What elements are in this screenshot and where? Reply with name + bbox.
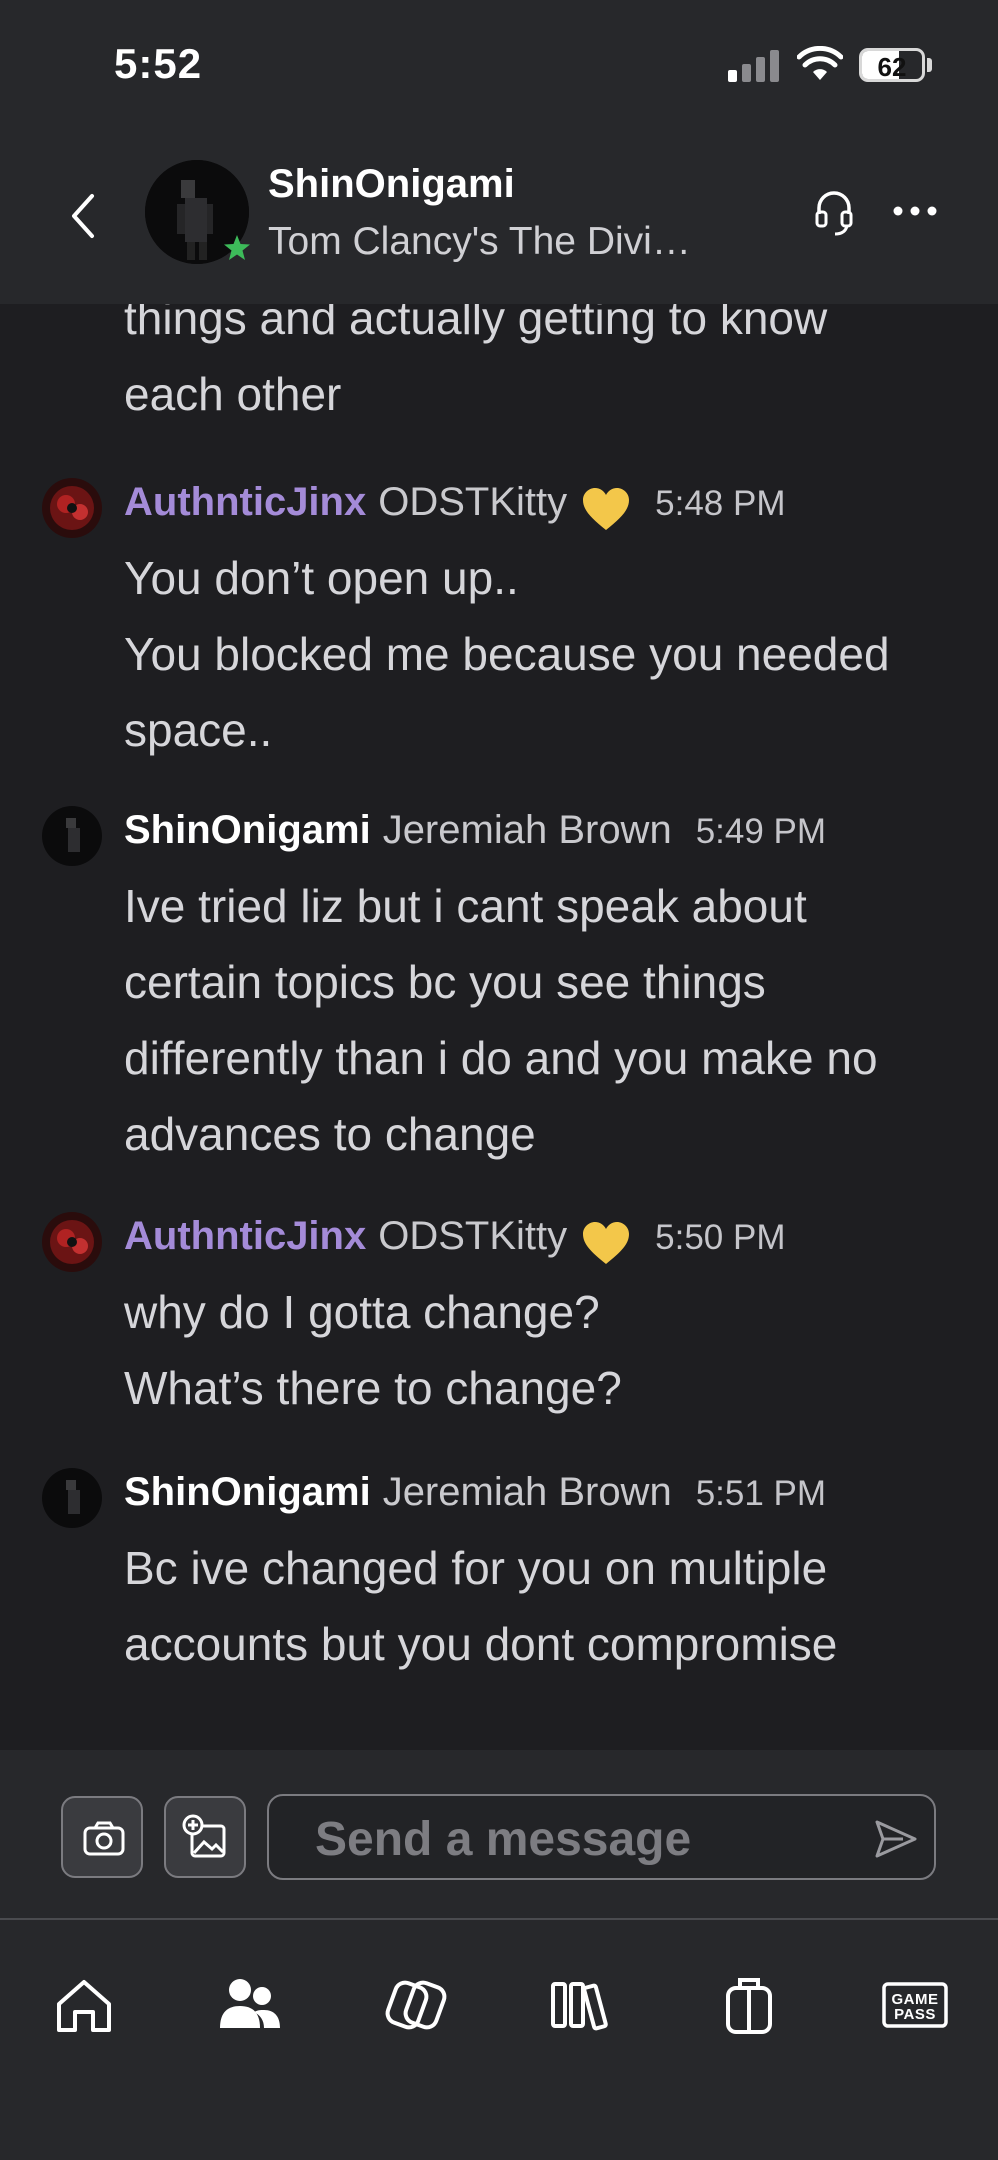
message-line: What’s there to change?: [124, 1362, 622, 1414]
message-body: You don’t open up.. You blocked me becau…: [124, 540, 984, 768]
message-line: Bc ive changed for you on multiple: [124, 1542, 828, 1594]
back-chevron-icon[interactable]: [64, 188, 104, 244]
yellow-heart-icon: [583, 488, 630, 530]
message-line: space..: [124, 704, 273, 756]
camera-icon: [83, 1821, 125, 1856]
contact-activity-status: Tom Clancy's The Divi…: [268, 220, 691, 263]
author-name[interactable]: ShinOnigami: [124, 1470, 371, 1515]
store-icon[interactable]: [714, 1970, 784, 2040]
online-presence-icon: [224, 235, 250, 260]
home-icon[interactable]: [49, 1970, 119, 2040]
wifi-icon: [797, 46, 843, 80]
message-line: You don’t open up..: [124, 552, 519, 604]
message-timestamp: 5:49 PM: [695, 812, 827, 851]
chat-header: ShinOnigami Tom Clancy's The Divi…: [0, 128, 998, 304]
status-time: 5:52: [114, 40, 203, 87]
game-pass-line2: PASS: [894, 2006, 936, 2023]
message-list[interactable]: things and actually getting to know each…: [0, 304, 998, 1750]
library-icon[interactable]: [547, 1970, 617, 2040]
message-timestamp: 5:48 PM: [655, 484, 786, 523]
message-header: ShinOnigami Jeremiah Brown 5:51 PM: [124, 1470, 826, 1530]
message-header: AuthnticJinx ODSTKitty 5:48 PM: [124, 480, 786, 540]
message-line: accounts but you dont compromise: [124, 1618, 838, 1670]
battery-icon: 62: [859, 48, 925, 82]
author-name[interactable]: AuthnticJinx: [124, 1214, 366, 1259]
message-line: why do I gotta change?: [124, 1286, 600, 1338]
author-nickname: Jeremiah Brown: [382, 808, 672, 852]
status-bar: 5:52 62: [0, 0, 998, 128]
message-input-box[interactable]: [267, 1794, 936, 1880]
author-nickname: ODSTKitty: [378, 480, 568, 524]
author-nickname: ODSTKitty: [378, 1214, 568, 1258]
message-header: AuthnticJinx ODSTKitty 5:50 PM: [124, 1214, 786, 1274]
camera-button[interactable]: [61, 1796, 143, 1878]
message-body: things and actually getting to know each…: [124, 304, 984, 432]
author-name[interactable]: ShinOnigami: [124, 808, 371, 853]
message-line: Ive tried liz but i cant speak about: [124, 880, 807, 932]
message-body: Ive tried liz but i cant speak about cer…: [124, 868, 984, 1172]
message-line: each other: [124, 368, 342, 420]
message-line: differently than i do and you make no: [124, 1032, 878, 1084]
author-name[interactable]: AuthnticJinx: [124, 480, 366, 525]
message-input[interactable]: [315, 1810, 855, 1868]
battery-level: 62: [877, 52, 907, 82]
yellow-heart-icon: [583, 1222, 630, 1264]
message-header: ShinOnigami Jeremiah Brown 5:49 PM: [124, 808, 826, 868]
message-timestamp: 5:50 PM: [655, 1218, 786, 1257]
send-icon[interactable]: [873, 1818, 919, 1860]
avatar[interactable]: [42, 1468, 102, 1528]
message-composer: [0, 1750, 998, 1918]
friends-icon[interactable]: [214, 1970, 284, 2040]
message-line: certain topics bc you see things: [124, 956, 766, 1008]
game-pass-line1: GAME: [891, 1991, 939, 2008]
message-body: why do I gotta change? What’s there to c…: [124, 1274, 984, 1426]
cellular-signal-icon: [728, 50, 780, 82]
add-image-button[interactable]: [164, 1796, 246, 1878]
social-icon[interactable]: [381, 1970, 451, 2040]
game-pass-icon[interactable]: GAME PASS: [880, 1970, 950, 2040]
message-timestamp: 5:51 PM: [695, 1474, 827, 1513]
contact-name: ShinOnigami: [268, 162, 515, 206]
add-image-icon: [182, 1814, 226, 1858]
avatar[interactable]: [42, 478, 102, 538]
message-body: Bc ive changed for you on multiple accou…: [124, 1530, 984, 1682]
headset-icon[interactable]: [813, 184, 855, 240]
message-line: advances to change: [124, 1108, 536, 1160]
battery-nub: [927, 58, 932, 72]
avatar[interactable]: [42, 1212, 102, 1272]
message-line: things and actually getting to know: [124, 304, 828, 344]
avatar[interactable]: [42, 806, 102, 866]
more-options-icon[interactable]: [892, 198, 938, 224]
author-nickname: Jeremiah Brown: [382, 1470, 672, 1514]
message-line: You blocked me because you needed: [124, 628, 890, 680]
bottom-navigation: GAME PASS: [0, 1920, 998, 2160]
